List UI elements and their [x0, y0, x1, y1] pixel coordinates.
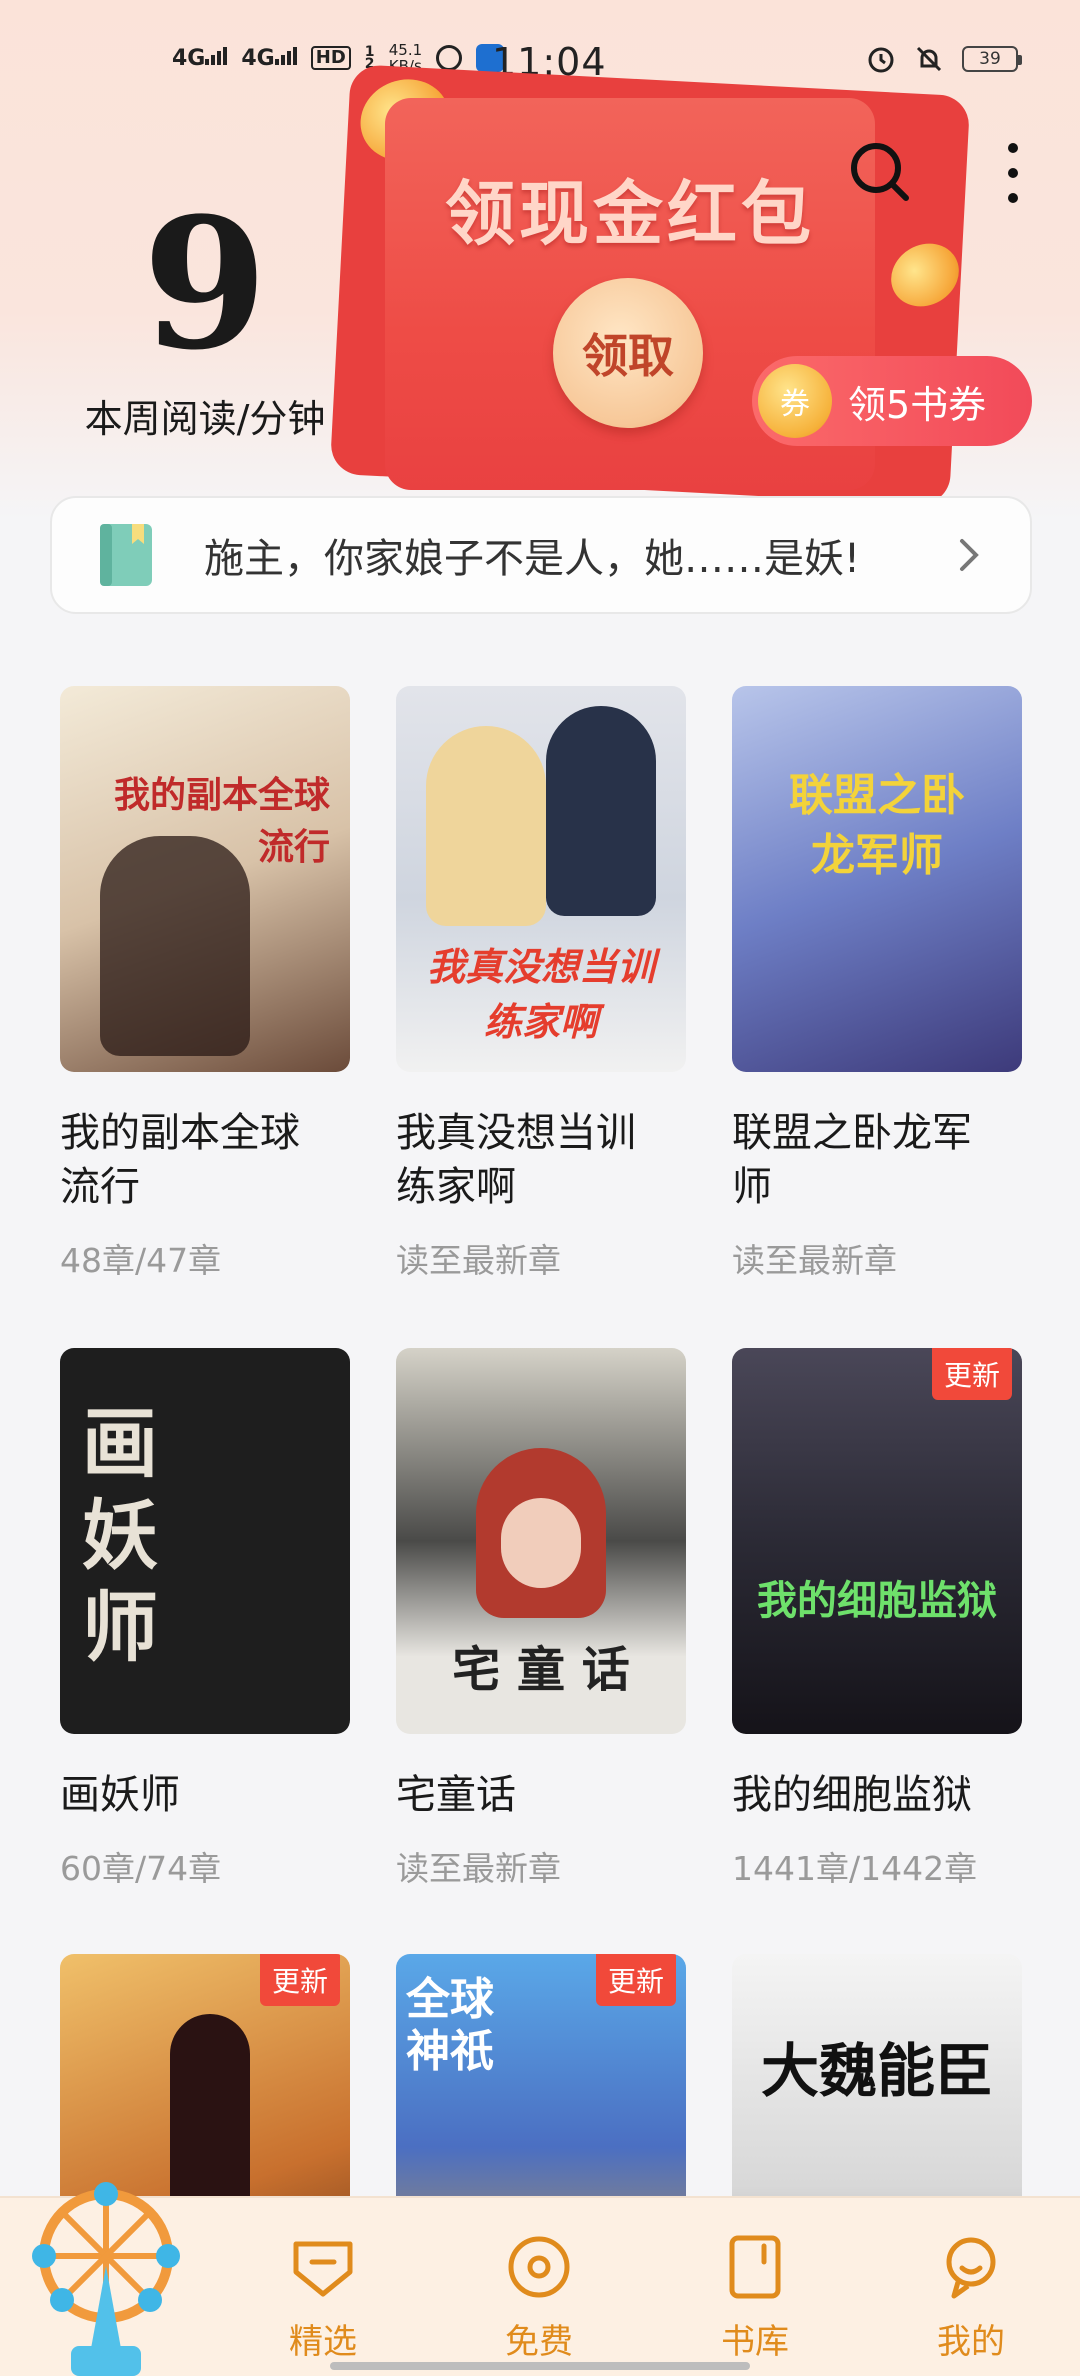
update-badge: 更新: [595, 1954, 676, 2006]
tab-library[interactable]: 书库: [680, 2198, 830, 2376]
cover-title: 我的细胞监狱: [757, 1578, 997, 1624]
book-progress: 读至最新章: [396, 1241, 561, 1280]
book-title: 我的细胞监狱: [732, 1772, 972, 1818]
book-progress: 读至最新章: [732, 1241, 897, 1280]
book-cover: 我真没想当训练家啊: [396, 686, 686, 1072]
library-icon: [729, 2235, 781, 2299]
claim-button[interactable]: 领取: [553, 278, 703, 428]
book-cover: 画妖师: [60, 1348, 350, 1734]
cover-figure: [426, 726, 546, 926]
cover-title: 联盟之卧龙军师: [789, 770, 965, 881]
book-title: 我的副本全球流行: [60, 1110, 300, 1210]
ferris-wheel-icon[interactable]: [16, 2176, 196, 2376]
book-item[interactable]: 我真没想当训练家啊 我真没想当训练家啊 读至最新章: [396, 686, 686, 1282]
notice-text: 施主，你家娘子不是人，她……是妖!: [204, 536, 861, 582]
tab-label: 我的: [937, 2322, 1005, 2362]
home-indicator[interactable]: [330, 2362, 750, 2370]
cover-title: 我真没想当训练家啊: [426, 945, 655, 1044]
mute-bell-icon: [916, 46, 942, 72]
more-options-icon[interactable]: [998, 140, 1028, 206]
book-title: 联盟之卧龙军师: [732, 1110, 972, 1210]
book-title: 画妖师: [60, 1772, 180, 1818]
app-notification-icon: [436, 45, 463, 71]
reading-minutes: 9: [142, 179, 268, 390]
bookshelf-screen: 4G 4G HD 1 2 45.1KB/s 11:04 39 9 本周阅读/分钟…: [0, 0, 1080, 2376]
book-item[interactable]: 更新 我的细胞监狱 我的细胞监狱 1441章/1442章: [732, 1348, 1022, 1890]
network-indicator-1: 4G: [172, 45, 228, 71]
cover-figure: [100, 836, 250, 1056]
weekly-reading[interactable]: 9 本周阅读/分钟: [60, 195, 350, 443]
book-item[interactable]: 画妖师 画妖师 60章/74章: [60, 1348, 350, 1890]
coupon-label: 领5书券: [848, 382, 987, 427]
cover-title: 全球神祇: [406, 1974, 494, 2077]
book-item[interactable]: 我的副本全球流行 我的副本全球流行 48章/47章: [60, 686, 350, 1282]
coupon-icon: 券: [758, 364, 832, 438]
cover-face: [501, 1498, 581, 1588]
banner-title: 领现金红包: [445, 173, 815, 255]
book-title: 我真没想当训练家啊: [396, 1110, 636, 1210]
tab-free[interactable]: 免费: [464, 2198, 614, 2376]
reading-label: 本周阅读/分钟: [84, 397, 326, 441]
book-cover: 我的副本全球流行: [60, 686, 350, 1072]
book-item[interactable]: 联盟之卧龙军师 联盟之卧龙军师 读至最新章: [732, 686, 1022, 1282]
cover-title: 画妖师: [82, 1399, 158, 1672]
search-icon[interactable]: [848, 140, 914, 206]
battery-indicator: 39: [962, 46, 1022, 72]
alarm-icon: [868, 47, 894, 73]
tab-label: 书库: [721, 2322, 789, 2362]
hd-badge: HD: [310, 46, 351, 70]
tab-label: 免费: [505, 2322, 573, 2362]
book-title: 宅童话: [396, 1772, 516, 1818]
network-indicator-2: 4G: [241, 45, 297, 71]
recommendation-notice[interactable]: 施主，你家娘子不是人，她……是妖!: [50, 496, 1032, 614]
book-progress: 读至最新章: [396, 1849, 561, 1888]
tab-profile[interactable]: 我的: [896, 2198, 1046, 2376]
update-badge: 更新: [259, 1954, 340, 2006]
update-badge: 更新: [931, 1348, 1012, 1400]
featured-icon: [293, 2241, 353, 2297]
cover-figure: [546, 706, 656, 916]
book-progress: 48章/47章: [60, 1241, 222, 1280]
book-progress: 1441章/1442章: [732, 1849, 978, 1888]
profile-icon: [946, 2237, 996, 2299]
book-item[interactable]: 宅 童 话 宅童话 读至最新章: [396, 1348, 686, 1890]
cover-title: 大魏能臣: [760, 2037, 993, 2105]
cover-title: 宅 童 话: [452, 1642, 630, 1698]
book-cover: 联盟之卧龙军师: [732, 686, 1022, 1072]
book-icon: [100, 524, 152, 586]
status-right: 39: [866, 44, 1022, 74]
coupon-button[interactable]: 券 领5书券: [752, 356, 1032, 446]
chevron-right-icon: [960, 539, 979, 571]
tab-featured[interactable]: 精选: [248, 2198, 398, 2376]
book-progress: 60章/74章: [60, 1849, 222, 1888]
book-cover: 更新 我的细胞监狱: [732, 1348, 1022, 1734]
free-icon: [508, 2236, 570, 2298]
tab-label: 精选: [289, 2322, 357, 2362]
book-cover: 宅 童 话: [396, 1348, 686, 1734]
